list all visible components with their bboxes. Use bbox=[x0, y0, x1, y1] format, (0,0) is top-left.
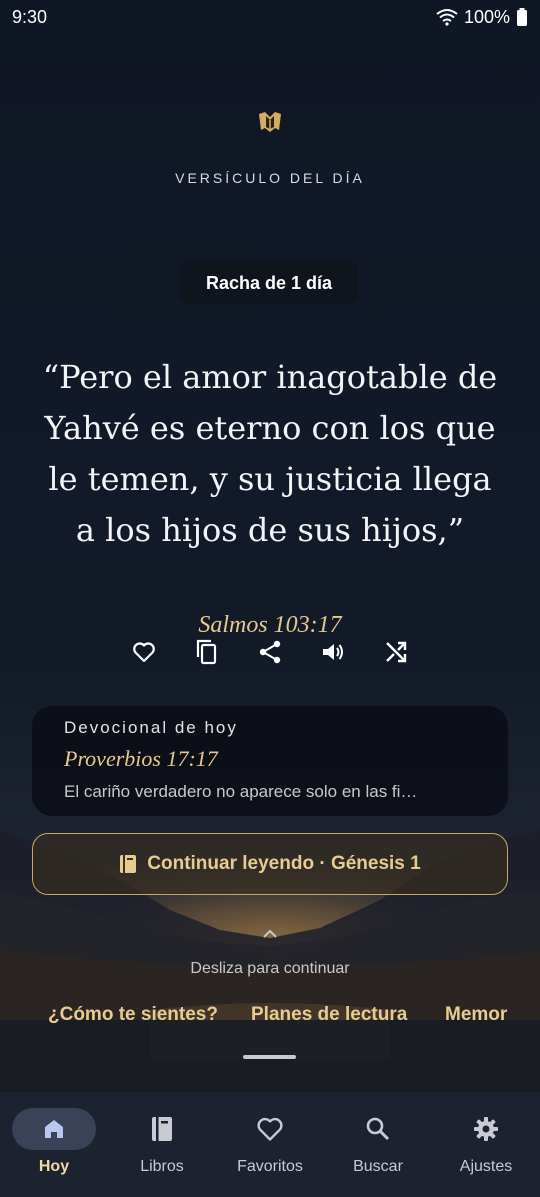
status-time: 9:30 bbox=[12, 6, 48, 27]
nav-label: Favoritos bbox=[237, 1158, 303, 1175]
share-icon bbox=[259, 640, 281, 664]
nav-icon-container bbox=[228, 1108, 312, 1150]
quick-links: ¿Cómo te sientes? Planes de lectura Memo… bbox=[0, 1000, 510, 1030]
home-screen: 9:30 100% VERSÍCULO DEL DÍA Racha de 1 d… bbox=[0, 0, 540, 1197]
book-icon bbox=[152, 1117, 172, 1141]
favorite-button[interactable] bbox=[130, 638, 158, 666]
volume-icon bbox=[323, 644, 343, 660]
nav-label: Libros bbox=[140, 1158, 184, 1175]
shuffle-icon bbox=[386, 641, 407, 663]
sheet-drag-handle[interactable] bbox=[243, 1055, 296, 1059]
share-button[interactable] bbox=[256, 638, 284, 666]
verse-text: “Pero el amor inagotable de Yahvé es ete… bbox=[30, 352, 510, 556]
nav-item-hoy[interactable]: Hoy bbox=[0, 1092, 108, 1197]
book-icon bbox=[120, 855, 137, 873]
nav-icon-container bbox=[336, 1108, 420, 1150]
section-kicker: VERSÍCULO DEL DÍA bbox=[175, 170, 365, 186]
wifi-icon bbox=[436, 9, 458, 26]
continue-reading-label: Continuar leyendo · Génesis 1 bbox=[147, 853, 421, 874]
battery-percentage: 100% bbox=[463, 6, 510, 27]
bottom-navigation: Hoy Libros Favoritos Buscar Ajustes bbox=[0, 1092, 540, 1197]
nav-label: Buscar bbox=[353, 1158, 403, 1175]
status-bar: 9:30 100% bbox=[0, 0, 540, 34]
heart-outline-icon bbox=[257, 1117, 283, 1141]
home-icon bbox=[45, 1120, 63, 1138]
nav-item-favoritos[interactable]: Favoritos bbox=[216, 1092, 324, 1197]
copy-button[interactable] bbox=[193, 638, 221, 666]
devotional-card[interactable]: Devocional de hoy Proverbios 17:17 El ca… bbox=[32, 706, 508, 816]
shuffle-button[interactable] bbox=[382, 638, 410, 666]
search-icon bbox=[366, 1117, 390, 1141]
chevron-up-icon bbox=[263, 929, 277, 938]
devotional-title: Devocional de hoy bbox=[64, 718, 238, 737]
gear-icon bbox=[474, 1117, 498, 1141]
devotional-reference: Proverbios 17:17 bbox=[64, 746, 218, 771]
nav-item-libros[interactable]: Libros bbox=[108, 1092, 216, 1197]
verse-reference[interactable]: Salmos 103:17 bbox=[0, 612, 540, 639]
verse-actions bbox=[0, 638, 540, 670]
listen-button[interactable] bbox=[319, 638, 347, 666]
battery-icon bbox=[517, 8, 527, 26]
nav-icon-container bbox=[444, 1108, 528, 1150]
continue-reading-button[interactable]: Continuar leyendo · Génesis 1 bbox=[32, 833, 508, 895]
verse-line: le temen, y su justicia llega bbox=[48, 460, 492, 498]
streak-badge: Racha de 1 día bbox=[180, 262, 358, 304]
nav-label: Hoy bbox=[38, 1158, 70, 1175]
verse-line: Yahvé es eterno con los que bbox=[44, 409, 496, 447]
devotional-excerpt: El cariño verdadero no aparece solo en l… bbox=[64, 782, 418, 801]
nav-label: Ajustes bbox=[459, 1158, 513, 1175]
chip-reading-plans[interactable]: Planes de lectura bbox=[251, 1004, 407, 1026]
verse-line: a los hijos de sus hijos,” bbox=[75, 511, 465, 549]
nav-item-buscar[interactable]: Buscar bbox=[324, 1092, 432, 1197]
chip-feelings[interactable]: ¿Cómo te sientes? bbox=[48, 1004, 218, 1026]
verse-line: “Pero el amor inagotable de bbox=[42, 358, 498, 396]
swipe-hint: Desliza para continuar bbox=[190, 960, 350, 977]
chip-memory[interactable]: Memor bbox=[445, 1004, 507, 1026]
copy-icon bbox=[196, 639, 217, 665]
heart-outline-icon bbox=[133, 642, 155, 663]
app-logo-icon bbox=[259, 112, 281, 132]
nav-item-ajustes[interactable]: Ajustes bbox=[432, 1092, 540, 1197]
status-indicators: 100% bbox=[436, 7, 528, 28]
nav-icon-container bbox=[120, 1108, 204, 1150]
nav-active-indicator bbox=[12, 1108, 96, 1150]
